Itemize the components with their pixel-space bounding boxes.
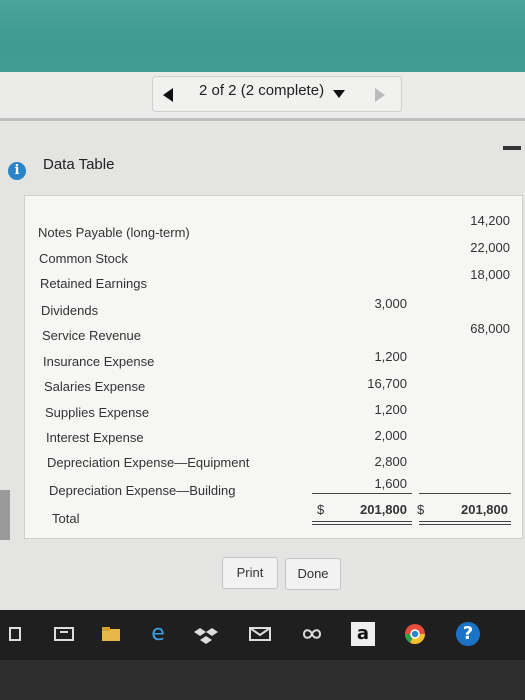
debit-total: 201,800 — [360, 502, 407, 517]
background-window-edge — [0, 490, 10, 540]
debit-value: 2,000 — [374, 428, 407, 443]
amazon-icon[interactable]: a — [351, 622, 375, 646]
folder-icon[interactable] — [99, 622, 123, 646]
file-explorer-icon[interactable] — [52, 622, 76, 646]
credit-value: 14,200 — [470, 213, 510, 228]
help-icon[interactable]: ? — [456, 622, 480, 646]
debit-double-rule-bottom — [312, 524, 412, 525]
debit-value: 1,200 — [374, 349, 407, 364]
debit-double-rule-top — [312, 521, 412, 522]
next-arrow-icon[interactable] — [375, 88, 385, 102]
credit-total: 201,800 — [461, 502, 508, 517]
credit-value: 22,000 — [470, 240, 510, 255]
pager-label[interactable]: 2 of 2 (2 complete) — [199, 82, 324, 99]
debit-value: 3,000 — [374, 296, 407, 311]
row-label: Notes Payable (long-term) — [38, 225, 190, 240]
edge-icon[interactable]: e — [146, 622, 170, 646]
debit-value: 1,600 — [374, 476, 407, 491]
row-label: Dividends — [41, 303, 99, 318]
credit-value: 68,000 — [470, 321, 510, 336]
question-navigation-bar: 2 of 2 (2 complete) — [0, 72, 525, 121]
pager: 2 of 2 (2 complete) — [152, 76, 402, 112]
row-label: Salaries Expense — [44, 379, 146, 394]
row-label: Supplies Expense — [45, 405, 150, 420]
debit-subtotal-rule — [312, 493, 412, 494]
debit-value: 2,800 — [374, 454, 407, 469]
minimize-icon[interactable] — [503, 146, 521, 150]
credit-double-rule-bottom — [419, 524, 511, 525]
trial-balance-table: Notes Payable (long-term) Common Stock R… — [24, 195, 523, 539]
info-icon: i — [8, 162, 26, 180]
windows-taskbar: e a ? — [0, 610, 525, 660]
infinity-icon[interactable] — [300, 622, 324, 646]
credit-value: 18,000 — [470, 267, 510, 282]
app-screen: 2 of 2 (2 complete) i Data Table Notes P… — [0, 0, 525, 610]
row-label: Insurance Expense — [43, 354, 155, 369]
monitor-bezel — [0, 660, 525, 700]
chrome-icon[interactable] — [403, 622, 427, 646]
print-button[interactable]: Print — [222, 557, 278, 589]
previous-arrow-icon[interactable] — [163, 88, 173, 102]
row-label: Interest Expense — [46, 430, 144, 445]
data-table-header: i Data Table — [0, 140, 525, 180]
dropbox-icon[interactable] — [194, 622, 218, 646]
credit-double-rule-top — [419, 521, 511, 522]
debit-value: 16,700 — [367, 376, 407, 391]
row-label: Retained Earnings — [40, 276, 147, 291]
debit-dollar-sign: $ — [317, 502, 325, 517]
row-label: Depreciation Expense—Equipment — [47, 455, 250, 470]
done-button[interactable]: Done — [285, 558, 341, 590]
app-header-band — [0, 0, 525, 72]
row-label: Service Revenue — [42, 328, 141, 343]
mail-icon[interactable] — [248, 622, 272, 646]
row-label: Common Stock — [39, 251, 128, 266]
credit-dollar-sign: $ — [417, 502, 425, 517]
task-view-icon[interactable] — [4, 622, 28, 646]
dropdown-caret-icon[interactable] — [333, 90, 345, 98]
row-label: Depreciation Expense—Building — [49, 483, 236, 498]
total-label: Total — [52, 511, 80, 526]
credit-subtotal-rule — [419, 493, 511, 494]
debit-value: 1,200 — [374, 402, 407, 417]
data-table-title: Data Table — [43, 156, 115, 173]
